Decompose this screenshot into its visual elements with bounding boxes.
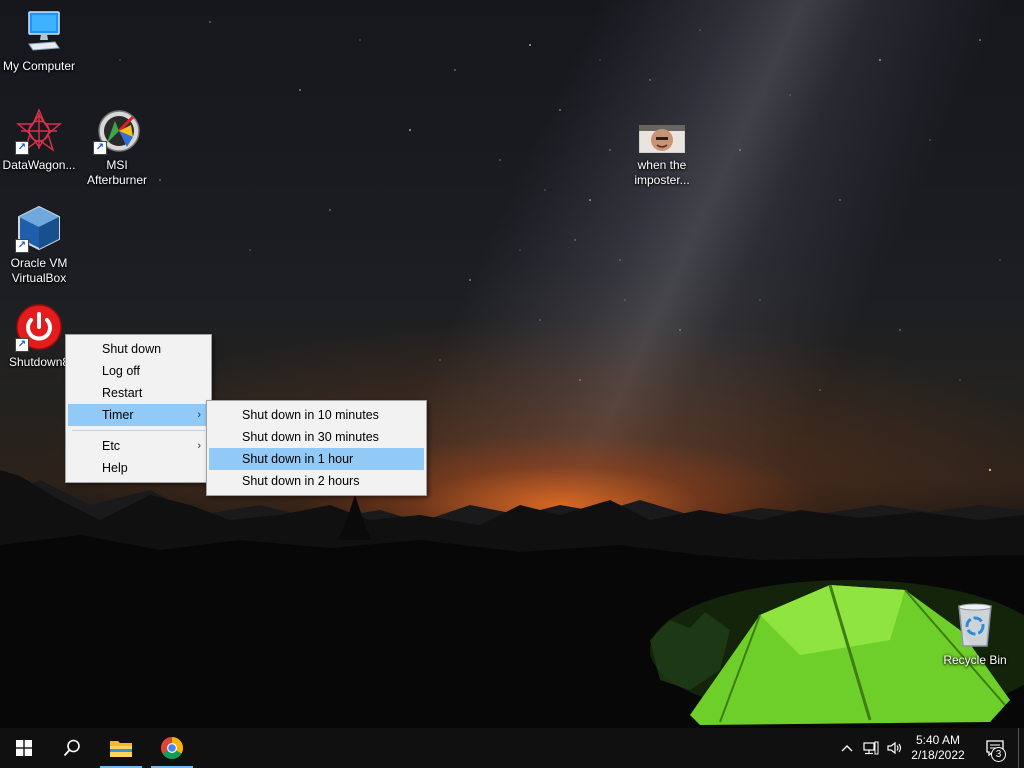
speaker-icon [887,741,902,755]
datawagon-icon[interactable]: ↗ DataWagon... [0,107,78,173]
menu-separator [72,430,205,431]
menu-item-label: Log off [102,364,141,378]
virtualbox-label-line2: VirtualBox [11,271,67,285]
datawagon-label: DataWagon... [2,158,76,172]
imposter-label: when the imposter... [623,158,701,188]
recycle-bin-label: Recycle Bin [943,653,1007,667]
file-explorer-button[interactable] [98,728,144,768]
virtualbox-label-line1: Oracle VM [10,256,68,270]
submenu-item-label: Shut down in 2 hours [242,474,360,488]
my-computer-icon[interactable]: My Computer [0,8,78,74]
menu-item-shut-down[interactable]: Shut down [68,338,209,360]
chrome-icon [161,737,183,759]
menu-item-label: Shut down [102,342,162,356]
msi-afterburner-icon[interactable]: ↗ MSI Afterburner [78,107,156,188]
submenu-item-label: Shut down in 1 hour [242,452,354,466]
clock-date: 2/18/2022 [911,748,965,762]
taskbar: 5:40 AM 2/18/2022 3 [0,728,1024,768]
shortcut-arrow-icon: ↗ [93,141,107,155]
menu-item-label: Restart [102,386,143,400]
image-thumbnail-icon [638,124,686,154]
start-button[interactable] [0,728,48,768]
folder-icon [110,741,132,757]
shortcut-arrow-icon: ↗ [15,338,29,352]
shutdown8-context-menu: Shut down Log off Restart Timer › Etc › … [65,334,212,483]
network-tray-button[interactable] [860,728,882,768]
action-center-button[interactable]: 3 [980,728,1010,768]
clock-time: 5:40 AM [915,733,961,747]
show-desktop-button[interactable] [1018,728,1024,768]
chevron-right-icon: › [197,409,201,421]
submenu-item-1-hour[interactable]: Shut down in 1 hour [209,448,424,470]
menu-item-help[interactable]: Help [68,457,209,479]
menu-item-timer[interactable]: Timer › [68,404,209,426]
imposter-label-line2: imposter... [634,173,690,187]
submenu-item-label: Shut down in 30 minutes [242,430,379,444]
menu-item-label: Help [102,461,128,475]
volume-tray-button[interactable] [884,728,906,768]
chevron-right-icon: › [197,440,201,452]
clock-button[interactable]: 5:40 AM 2/18/2022 [904,728,972,768]
computer-monitor-icon [28,11,60,51]
menu-item-etc[interactable]: Etc › [68,435,209,457]
chevron-up-icon [841,745,853,752]
msi-afterburner-label-line1: MSI [106,158,128,172]
windows-logo-icon [16,740,32,756]
network-icon [863,741,879,755]
shortcut-arrow-icon: ↗ [15,239,29,253]
recycle-bin-icon[interactable]: Recycle Bin [936,602,1014,668]
my-computer-label: My Computer [2,59,76,73]
submenu-item-label: Shut down in 10 minutes [242,408,379,422]
imposter-image-icon[interactable]: when the imposter... [623,124,701,188]
imposter-label-line1: when the [637,158,687,172]
virtualbox-label: Oracle VM VirtualBox [0,256,78,286]
shortcut-arrow-icon: ↗ [15,141,29,155]
virtualbox-icon[interactable]: ↗ Oracle VM VirtualBox [0,205,78,286]
menu-item-label: Etc [102,439,121,453]
search-button[interactable] [48,728,96,768]
msi-afterburner-label-line2: Afterburner [86,173,148,187]
notification-count-badge: 3 [991,747,1006,762]
trash-bin-icon [958,603,992,647]
submenu-item-30-minutes[interactable]: Shut down in 30 minutes [209,426,424,448]
menu-item-label: Timer [102,408,134,422]
msi-afterburner-label: MSI Afterburner [78,158,156,188]
menu-item-log-off[interactable]: Log off [68,360,209,382]
submenu-item-2-hours[interactable]: Shut down in 2 hours [209,470,424,492]
show-hidden-icons-button[interactable] [836,728,858,768]
submenu-item-10-minutes[interactable]: Shut down in 10 minutes [209,404,424,426]
chrome-button[interactable] [149,728,195,768]
search-icon [63,739,80,757]
menu-item-restart[interactable]: Restart [68,382,209,404]
timer-submenu: Shut down in 10 minutes Shut down in 30 … [206,400,427,496]
